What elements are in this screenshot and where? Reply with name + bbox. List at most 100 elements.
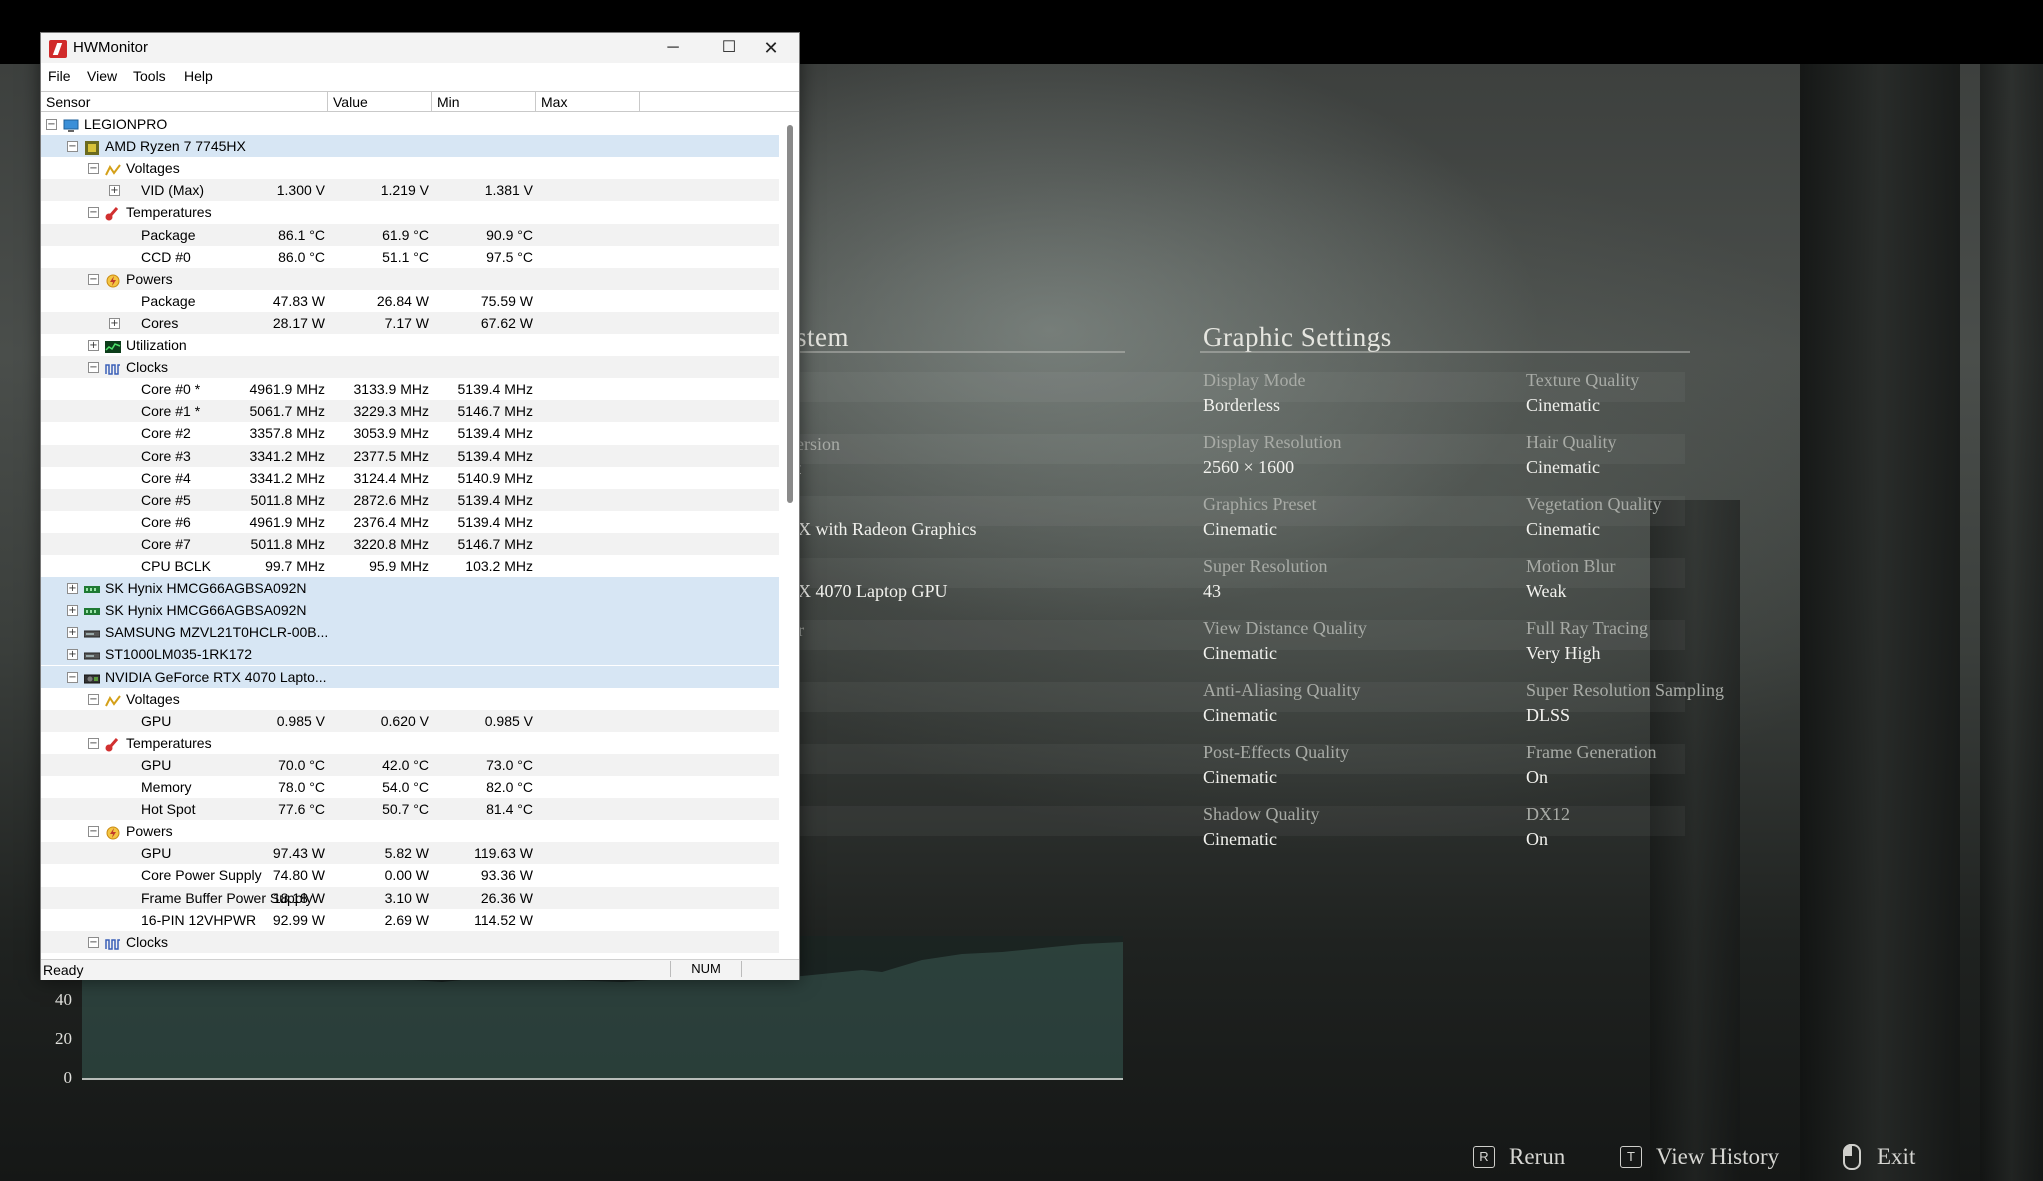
sensor-label: Core #0 * — [141, 381, 201, 398]
setting-item: Super Resolution 43 — [1203, 556, 1523, 602]
sensor-max: 26.36 W — [480, 889, 533, 906]
expand-icon[interactable]: + — [67, 605, 78, 617]
column-divider[interactable] — [431, 92, 432, 111]
sensor-group-row[interactable]: − LEGIONPRO — [41, 113, 779, 135]
menu-file[interactable]: File — [48, 68, 71, 84]
sensor-label: Package — [141, 226, 196, 243]
close-button[interactable]: ✕ — [743, 33, 799, 63]
sensor-reading-row[interactable]: GPU 97.43 W 5.82 W 119.63 W — [41, 842, 779, 865]
sensor-label: Memory — [141, 779, 192, 795]
column-max[interactable]: Max — [541, 94, 567, 110]
menu-view[interactable]: View — [87, 68, 117, 84]
column-divider[interactable] — [327, 92, 328, 111]
sensor-max: 75.59 W — [480, 292, 533, 309]
column-sensor[interactable]: Sensor — [46, 94, 90, 110]
collapse-icon[interactable]: − — [88, 273, 99, 285]
sensor-value: 18.18 W — [272, 889, 325, 906]
sensor-reading-row[interactable]: CPU BCLK 99.7 MHz 95.9 MHz 103.2 MHz — [41, 555, 779, 577]
sensor-group-row[interactable]: − Powers — [41, 267, 779, 290]
sensor-group-row[interactable]: − Clocks — [41, 930, 779, 953]
collapse-icon[interactable]: − — [88, 207, 99, 219]
sensor-reading-row[interactable]: 16-PIN 12VHPWR 92.99 W 2.69 W 114.52 W — [41, 909, 779, 931]
minimize-button[interactable]: ─ — [645, 33, 701, 63]
sensor-reading-row[interactable]: Package 86.1 °C 61.9 °C 90.9 °C — [41, 223, 779, 246]
sensor-value: 4961.9 MHz — [249, 381, 325, 398]
column-divider[interactable] — [639, 92, 640, 111]
expand-icon[interactable]: + — [88, 340, 99, 351]
disk-icon — [83, 647, 101, 661]
setting-value: Cinematic — [1203, 705, 1277, 725]
setting-label: Full Ray Tracing — [1526, 618, 1649, 638]
menu-help[interactable]: Help — [184, 68, 213, 84]
menu-tools[interactable]: Tools — [133, 68, 166, 84]
sensor-reading-row[interactable]: + VID (Max) 1.300 V 1.219 V 1.381 V — [41, 179, 779, 202]
collapse-icon[interactable]: − — [88, 362, 99, 374]
sensor-group-row[interactable]: + ST1000LM035-1RK172 — [41, 643, 779, 666]
sensor-value: 86.0 °C — [278, 248, 325, 265]
sensor-label: VID (Max) — [141, 182, 204, 199]
sensor-reading-row[interactable]: Core #0 * 4961.9 MHz 3133.9 MHz 5139.4 MHz — [41, 378, 779, 400]
scrollbar-thumb[interactable] — [787, 125, 793, 503]
setting-item: Motion Blur Weak — [1526, 556, 1846, 602]
sensor-reading-row[interactable]: Hot Spot 77.6 °C 50.7 °C 81.4 °C — [41, 798, 779, 821]
sensor-reading-row[interactable]: Core #7 5011.8 MHz 3220.8 MHz 5146.7 MHz — [41, 532, 779, 555]
sensor-group-row[interactable]: + SK Hynix HMCG66AGBSA092N — [41, 577, 779, 600]
title-bar[interactable]: HWMonitor ─ ☐ ✕ — [41, 33, 799, 63]
sensor-group-row[interactable]: + SAMSUNG MZVL21T0HCLR-00B... — [41, 621, 779, 644]
rerun-hint[interactable]: R Rerun — [1473, 1144, 1565, 1170]
collapse-icon[interactable]: − — [88, 936, 99, 948]
collapse-icon[interactable]: − — [88, 826, 99, 838]
sensor-reading-row[interactable]: Core #5 5011.8 MHz 2872.6 MHz 5139.4 MHz — [41, 488, 779, 511]
sensor-reading-row[interactable]: Core #1 * 5061.7 MHz 3229.3 MHz 5146.7 MHz — [41, 400, 779, 423]
sensor-reading-row[interactable]: Frame Buffer Power Supply 18.18 W 3.10 W 26… — [41, 886, 779, 909]
sensor-min: 50.7 °C — [382, 801, 429, 818]
collapse-icon[interactable]: − — [46, 119, 57, 130]
collapse-icon[interactable]: − — [67, 141, 78, 153]
sensor-reading-row[interactable]: Core #3 3341.2 MHz 2377.5 MHz 5139.4 MHz — [41, 444, 779, 467]
sensor-group-row[interactable]: − Powers — [41, 820, 779, 842]
sensor-group-row[interactable]: − Clocks — [41, 356, 779, 379]
column-divider[interactable] — [535, 92, 536, 111]
sensor-reading-row[interactable]: GPU 0.985 V 0.620 V 0.985 V — [41, 709, 779, 732]
sensor-max: 93.36 W — [480, 867, 533, 884]
sensor-group-row[interactable]: + SK Hynix HMCG66AGBSA092N — [41, 599, 779, 622]
sensor-reading-row[interactable]: GPU 70.0 °C 42.0 °C 73.0 °C — [41, 753, 779, 776]
sensor-group-row[interactable]: − Voltages — [41, 157, 779, 179]
menu-bar: File View Tools Help — [41, 64, 799, 88]
sensor-min: 3133.9 MHz — [353, 381, 429, 398]
tree-trunk — [1980, 60, 2043, 1181]
expand-icon[interactable]: + — [67, 583, 78, 595]
column-value[interactable]: Value — [333, 94, 368, 110]
sensor-group-row[interactable]: − Temperatures — [41, 201, 779, 223]
clock-icon — [105, 935, 121, 950]
sensor-reading-row[interactable]: Core #6 4961.9 MHz 2376.4 MHz 5139.4 MHz — [41, 511, 779, 533]
sensor-group-row[interactable]: + Utilization — [41, 334, 779, 356]
collapse-icon[interactable]: − — [67, 671, 78, 683]
exit-hint[interactable]: Exit — [1843, 1144, 1915, 1170]
sensor-label: Voltages — [126, 160, 180, 177]
sensor-reading-row[interactable]: + Cores 28.17 W 7.17 W 67.62 W — [41, 311, 779, 334]
sensor-group-row[interactable]: − NVIDIA GeForce RTX 4070 Lapto... — [41, 665, 779, 688]
expand-icon[interactable]: + — [109, 185, 120, 197]
sensor-group-row[interactable]: − Temperatures — [41, 732, 779, 754]
column-min[interactable]: Min — [437, 94, 460, 110]
sensor-reading-row[interactable]: Core #2 3357.8 MHz 3053.9 MHz 5139.4 MHz — [41, 422, 779, 444]
setting-item: Display Mode Borderless — [1203, 370, 1523, 416]
collapse-icon[interactable]: − — [88, 737, 99, 749]
sensor-reading-row[interactable]: Package 47.83 W 26.84 W 75.59 W — [41, 290, 779, 312]
sensor-reading-row[interactable]: Memory 78.0 °C 54.0 °C 82.0 °C — [41, 776, 779, 798]
expand-icon[interactable]: + — [67, 649, 78, 661]
collapse-icon[interactable]: − — [88, 693, 99, 705]
sensor-label: GPU — [141, 712, 172, 729]
sensor-reading-row[interactable]: CCD #0 86.0 °C 51.1 °C 97.5 °C — [41, 246, 779, 268]
view-history-hint[interactable]: T View History — [1620, 1144, 1779, 1170]
sensor-group-row[interactable]: − Voltages — [41, 688, 779, 710]
sensor-reading-row[interactable]: Core #4 3341.2 MHz 3124.4 MHz 5140.9 MHz — [41, 467, 779, 489]
sensor-group-row[interactable]: − AMD Ryzen 7 7745HX — [41, 135, 779, 158]
vertical-scrollbar[interactable] — [782, 113, 798, 958]
expand-icon[interactable]: + — [67, 627, 78, 639]
sensor-reading-row[interactable]: Core Power Supply 74.80 W 0.00 W 93.36 W — [41, 864, 779, 886]
sensor-label: Clocks — [126, 933, 169, 950]
expand-icon[interactable]: + — [109, 317, 120, 329]
collapse-icon[interactable]: − — [88, 163, 99, 175]
